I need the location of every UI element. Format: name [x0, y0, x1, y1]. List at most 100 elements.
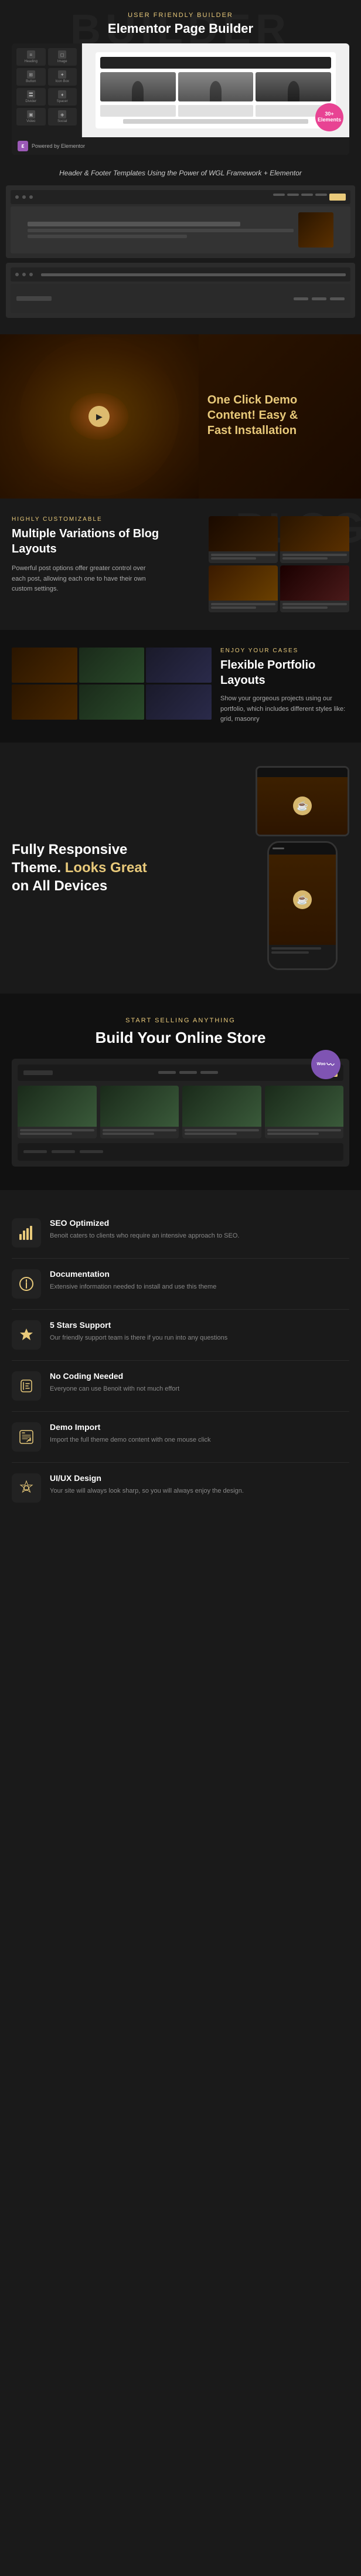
- portfolio-text: Enjoy Your Cases Flexible Portfolio Layo…: [220, 648, 349, 725]
- canvas-footer-bar: [123, 119, 308, 124]
- product-body-3: [182, 1127, 261, 1138]
- builder-subtitle: User Friendly Builder: [12, 12, 349, 19]
- blog-card-line-6: [211, 606, 256, 609]
- store-nav-1: [158, 1071, 176, 1074]
- blog-layout: Highly Customizable Multiple Variations …: [12, 516, 349, 612]
- store-product-3: [182, 1086, 261, 1138]
- blog-card-body-3: [209, 601, 278, 612]
- canvas-row-1: [100, 105, 176, 117]
- coffee-icon-phone: ☕: [293, 890, 312, 909]
- widget-iconbox-icon: ✦: [58, 70, 66, 79]
- portfolio-grid-wrap: [12, 648, 212, 720]
- blog-card-line-1: [211, 554, 275, 556]
- feature-seo-title: SEO Optimized: [50, 1218, 239, 1228]
- template-img-block: [298, 212, 333, 248]
- template-cta-btn: [329, 194, 346, 201]
- demo-text: One Click Demo Content! Easy & Fast Inst…: [199, 381, 361, 452]
- portfolio-title: Flexible Portfolio Layouts: [220, 657, 349, 688]
- template-nav-item-3: [301, 194, 313, 196]
- footer-link-1: [294, 297, 308, 300]
- person-silhouette-3: [288, 81, 299, 101]
- store-title: Build Your Online Store: [12, 1029, 349, 1047]
- blog-card-body-1: [209, 551, 278, 563]
- store-nav-2: [179, 1071, 197, 1074]
- store-product-2: [100, 1086, 179, 1138]
- person-silhouette-1: [132, 81, 144, 101]
- store-products-grid: [18, 1086, 343, 1138]
- blog-card-img-3: [209, 565, 278, 601]
- feature-docs: Documentation Extensive information need…: [12, 1259, 349, 1310]
- store-footer-item-2: [52, 1150, 75, 1153]
- badge-label: Elements: [318, 117, 341, 123]
- template-text-block: [28, 222, 294, 238]
- feature-seo-icon-wrap: [12, 1218, 41, 1248]
- store-footer-item-3: [80, 1150, 103, 1153]
- elementor-powered-text: Powered by Elementor: [32, 143, 85, 149]
- elements-badge: 30+ Elements: [315, 103, 343, 131]
- feature-docs-text: Documentation Extensive information need…: [50, 1269, 216, 1293]
- product-body-1: [18, 1127, 97, 1138]
- features-section: SEO Optimized Benoit caters to clients w…: [0, 1190, 361, 1531]
- responsive-line3: on All Devices: [12, 877, 244, 895]
- product-line-8: [267, 1133, 319, 1135]
- footer-logo-placeholder: [16, 296, 52, 301]
- documentation-icon: [18, 1276, 35, 1292]
- portfolio-subtitle: Enjoy Your Cases: [220, 648, 349, 654]
- builder-footer-text: Header & Footer Templates Using the Powe…: [59, 169, 302, 177]
- play-button[interactable]: ▶: [88, 406, 110, 427]
- widget-divider-icon: 〓: [27, 90, 35, 99]
- demo-import-icon: [18, 1429, 35, 1445]
- feature-coding: No Coding Needed Everyone can use Benoit…: [12, 1361, 349, 1412]
- widget-video: ▣ Video: [16, 108, 46, 126]
- coffee-cup-icon-symbol-2: ☕: [297, 894, 308, 906]
- portfolio-item-5: [79, 684, 145, 720]
- feature-uiux: UI/UX Design Your site will always look …: [12, 1463, 349, 1513]
- product-img-1: [18, 1086, 97, 1127]
- blog-card-img-2: [280, 516, 349, 551]
- template-nav: [36, 194, 346, 201]
- widget-social: ◈ Social: [48, 108, 77, 126]
- seo-icon: [18, 1225, 35, 1241]
- feature-coding-title: No Coding Needed: [50, 1371, 179, 1381]
- blog-card-img-1: [209, 516, 278, 551]
- feature-seo: SEO Optimized Benoit caters to clients w…: [12, 1208, 349, 1259]
- blog-card-line-5: [211, 603, 275, 605]
- blog-subtitle: Highly Customizable: [12, 516, 197, 523]
- template-nav-item-1: [273, 194, 285, 196]
- canvas-hero-img-2: [178, 72, 254, 101]
- portfolio-grid-row2: [12, 684, 212, 720]
- widget-image-icon: ◻: [58, 50, 66, 59]
- demo-bg: ▶ One Click Demo Content! Easy & Fast In…: [0, 334, 361, 499]
- store-nav-3: [200, 1071, 218, 1074]
- tablet-nav: [257, 768, 348, 777]
- stars-support-icon: [18, 1327, 35, 1343]
- uiux-icon: [18, 1480, 35, 1496]
- template-text-line-2: [28, 229, 294, 232]
- canvas-rows: [100, 105, 331, 117]
- product-body-2: [100, 1127, 179, 1138]
- product-line-3: [103, 1129, 177, 1131]
- demo-section: ▶ One Click Demo Content! Easy & Fast In…: [0, 334, 361, 499]
- feature-support-text: 5 Stars Support Our friendly support tea…: [50, 1320, 227, 1344]
- template-content-area-1: [11, 206, 350, 253]
- blog-card-4: [280, 565, 349, 612]
- crab-visual: ▶: [0, 334, 199, 499]
- elementor-logo-bar: ε Powered by Elementor: [12, 137, 349, 155]
- store-product-1: [18, 1086, 97, 1138]
- person-img-2: [178, 72, 254, 101]
- feature-coding-desc: Everyone can use Benoit with not much ef…: [50, 1384, 179, 1395]
- person-img-1: [100, 72, 176, 101]
- feature-support-icon-wrap: [12, 1320, 41, 1350]
- template-text-line-3: [28, 235, 187, 238]
- phone-footer: [269, 945, 336, 968]
- product-img-2: [100, 1086, 179, 1127]
- elementor-widgets-grid: ≡ Heading ◻ Image ⊞ Button ✦ Icon Box: [16, 48, 77, 126]
- canvas-row-2: [178, 105, 254, 117]
- product-line-1: [20, 1129, 94, 1131]
- product-img-3: [182, 1086, 261, 1127]
- header-footer-section: [0, 185, 361, 334]
- blog-card-img-4: [280, 565, 349, 601]
- product-line-4: [103, 1133, 155, 1135]
- footer-link-2: [312, 297, 326, 300]
- widget-iconbox: ✦ Icon Box: [48, 68, 77, 86]
